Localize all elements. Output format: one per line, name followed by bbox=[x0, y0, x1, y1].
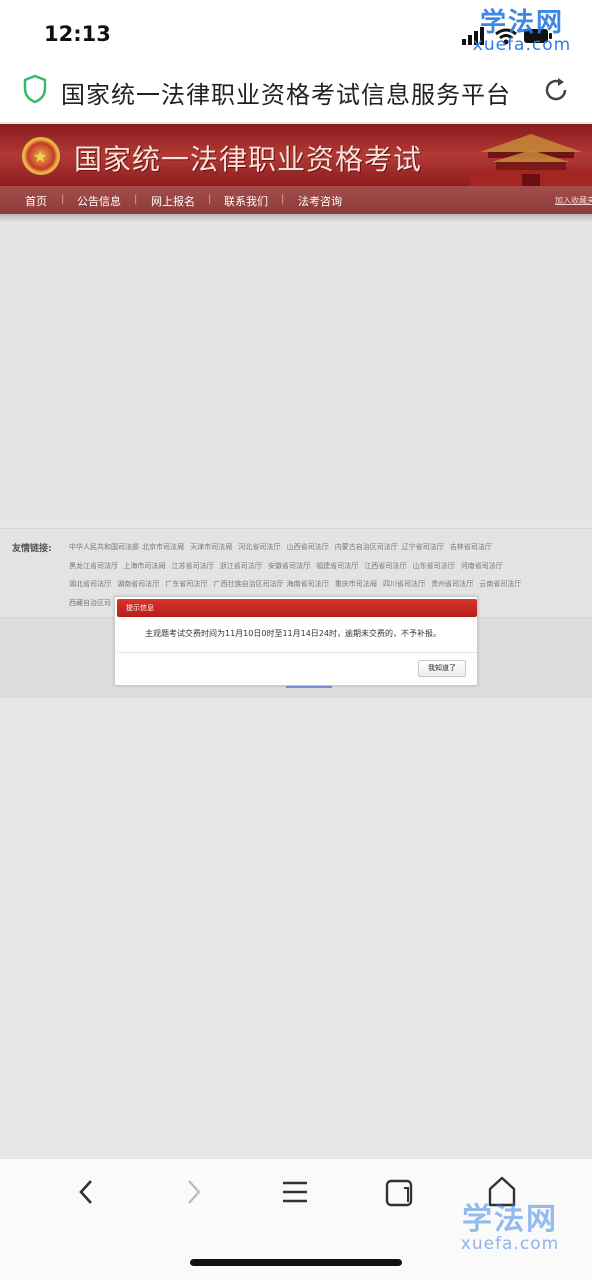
watermark-cn-bottom: 学法网 bbox=[462, 1202, 558, 1237]
friend-link[interactable]: 广东省司法厅 bbox=[165, 579, 207, 589]
tabs-icon[interactable] bbox=[384, 1177, 416, 1209]
watermark-top: 学法网 xuefa.com bbox=[462, 10, 582, 54]
watermark-cn: 学法网 bbox=[479, 8, 564, 38]
add-favorite-link[interactable]: 加入收藏夹 bbox=[555, 195, 592, 206]
friend-link[interactable]: 中华人民共和国司法部 bbox=[69, 542, 139, 552]
nav-registration[interactable]: 网上报名 bbox=[151, 193, 195, 209]
link-separator: | bbox=[375, 579, 378, 587]
main-content bbox=[0, 222, 592, 522]
friend-link[interactable]: 江苏省司法厅 bbox=[172, 561, 214, 571]
friend-link[interactable]: 上海市司法局 bbox=[123, 561, 165, 571]
friend-link[interactable]: 河北省司法厅 bbox=[238, 542, 280, 552]
friend-link[interactable]: 云南省司法厅 bbox=[479, 579, 521, 589]
friend-link[interactable]: 贵州省司法厅 bbox=[431, 579, 473, 589]
link-separator: | bbox=[423, 579, 426, 587]
dialog-divider bbox=[117, 652, 477, 653]
nav-contact[interactable]: 联系我们 bbox=[224, 193, 268, 209]
link-separator: | bbox=[211, 561, 215, 569]
friend-link[interactable]: 浙江省司法厅 bbox=[220, 561, 262, 571]
friend-link[interactable]: 吉林省司法厅 bbox=[450, 542, 492, 552]
friend-link[interactable]: 西藏自治区司 bbox=[69, 598, 111, 608]
footer-link-underline bbox=[286, 686, 332, 688]
link-separator: | bbox=[205, 579, 208, 587]
friend-link[interactable]: 北京市司法局 bbox=[142, 542, 184, 552]
friend-link[interactable]: 福建省司法厅 bbox=[316, 561, 358, 571]
friend-link[interactable]: 天津市司法局 bbox=[190, 542, 232, 552]
home-indicator bbox=[190, 1259, 402, 1266]
notice-dialog: 提示信息 主观题考试交费时间为11月10日0时至11月14日24时，逾期未交费的… bbox=[114, 596, 478, 686]
link-separator: | bbox=[134, 542, 137, 550]
back-icon[interactable] bbox=[74, 1177, 100, 1207]
link-separator: | bbox=[356, 561, 359, 569]
page-blank-area bbox=[0, 698, 592, 1158]
link-separator: | bbox=[278, 579, 281, 587]
link-separator: | bbox=[326, 579, 330, 587]
link-separator: | bbox=[452, 561, 456, 569]
reload-icon[interactable] bbox=[540, 74, 572, 106]
emblem-icon: ★ bbox=[22, 137, 60, 175]
page-title: 国家统一法律职业资格考试信息服务平台 bbox=[61, 81, 511, 109]
phone-screen: 12:13 国家统一法律职业资格考试信息服务平台 学法网 xuefa.com ★… bbox=[0, 0, 592, 1280]
link-separator: | bbox=[230, 542, 233, 550]
browser-url-bar[interactable]: 国家统一法律职业资格考试信息服务平台 bbox=[0, 66, 592, 122]
link-separator: | bbox=[182, 542, 185, 550]
tiananmen-icon bbox=[470, 134, 592, 186]
watermark-bottom: 学法网 xuefa.com bbox=[448, 1205, 572, 1253]
link-separator: | bbox=[163, 561, 166, 569]
banner-title: 国家统一法律职业资格考试 bbox=[74, 143, 423, 176]
nav-shadow bbox=[0, 214, 592, 222]
friend-link[interactable]: 江西省司法厅 bbox=[364, 561, 406, 571]
friend-link[interactable]: 湖北省司法厅 bbox=[69, 579, 111, 589]
friend-link[interactable]: 重庆市司法局 bbox=[335, 579, 377, 589]
menu-icon[interactable] bbox=[280, 1177, 310, 1207]
friend-link[interactable]: 河南省司法厅 bbox=[461, 561, 503, 571]
link-separator: | bbox=[115, 561, 118, 569]
status-time: 12:13 bbox=[44, 22, 111, 46]
link-separator: | bbox=[326, 542, 330, 550]
friend-link[interactable]: 山西省司法厅 bbox=[287, 542, 329, 552]
dialog-message: 主观题考试交费时间为11月10日0时至11月14日24时，逾期未交费的，不予补报… bbox=[145, 629, 441, 638]
site-nav: 首页 | 公告信息 | 网上报名 | 联系我们 | 法考咨询 加入收藏夹 bbox=[0, 186, 592, 214]
watermark-en-bottom: xuefa.com bbox=[460, 1234, 560, 1254]
friend-link[interactable]: 内蒙古自治区司法厅 bbox=[335, 542, 398, 552]
watermark-en: xuefa.com bbox=[472, 35, 572, 55]
link-separator: | bbox=[393, 542, 396, 550]
friend-link[interactable]: 四川省司法厅 bbox=[383, 579, 425, 589]
link-separator: | bbox=[109, 579, 112, 587]
link-separator: | bbox=[441, 542, 445, 550]
friend-link[interactable]: 湖南省司法厅 bbox=[117, 579, 159, 589]
link-separator: | bbox=[278, 542, 281, 550]
friend-link[interactable]: 海南省司法厅 bbox=[287, 579, 329, 589]
nav-consult[interactable]: 法考咨询 bbox=[298, 193, 342, 209]
link-separator: | bbox=[260, 561, 263, 569]
nav-announcements[interactable]: 公告信息 bbox=[77, 193, 121, 209]
link-separator: | bbox=[308, 561, 311, 569]
friend-link[interactable]: 山东省司法厅 bbox=[413, 561, 455, 571]
links-title: 友情链接: bbox=[12, 544, 52, 554]
dialog-title: 提示信息 bbox=[126, 604, 154, 612]
link-separator: | bbox=[404, 561, 407, 569]
friend-link[interactable]: 辽宁省司法厅 bbox=[402, 542, 444, 552]
shield-icon bbox=[23, 74, 47, 104]
dialog-header: 提示信息 bbox=[117, 599, 477, 617]
nav-home[interactable]: 首页 bbox=[25, 193, 47, 209]
dialog-ok-button[interactable]: 我知道了 bbox=[418, 660, 466, 677]
forward-icon[interactable] bbox=[180, 1177, 206, 1207]
link-separator: | bbox=[157, 579, 160, 587]
friend-link[interactable]: 黑龙江省司法厅 bbox=[69, 561, 118, 571]
link-separator: | bbox=[471, 579, 474, 587]
site-banner: ★ 国家统一法律职业资格考试 bbox=[0, 124, 592, 186]
friend-link[interactable]: 广西壮族自治区司法厅 bbox=[214, 579, 284, 589]
friend-link[interactable]: 安徽省司法厅 bbox=[268, 561, 310, 571]
